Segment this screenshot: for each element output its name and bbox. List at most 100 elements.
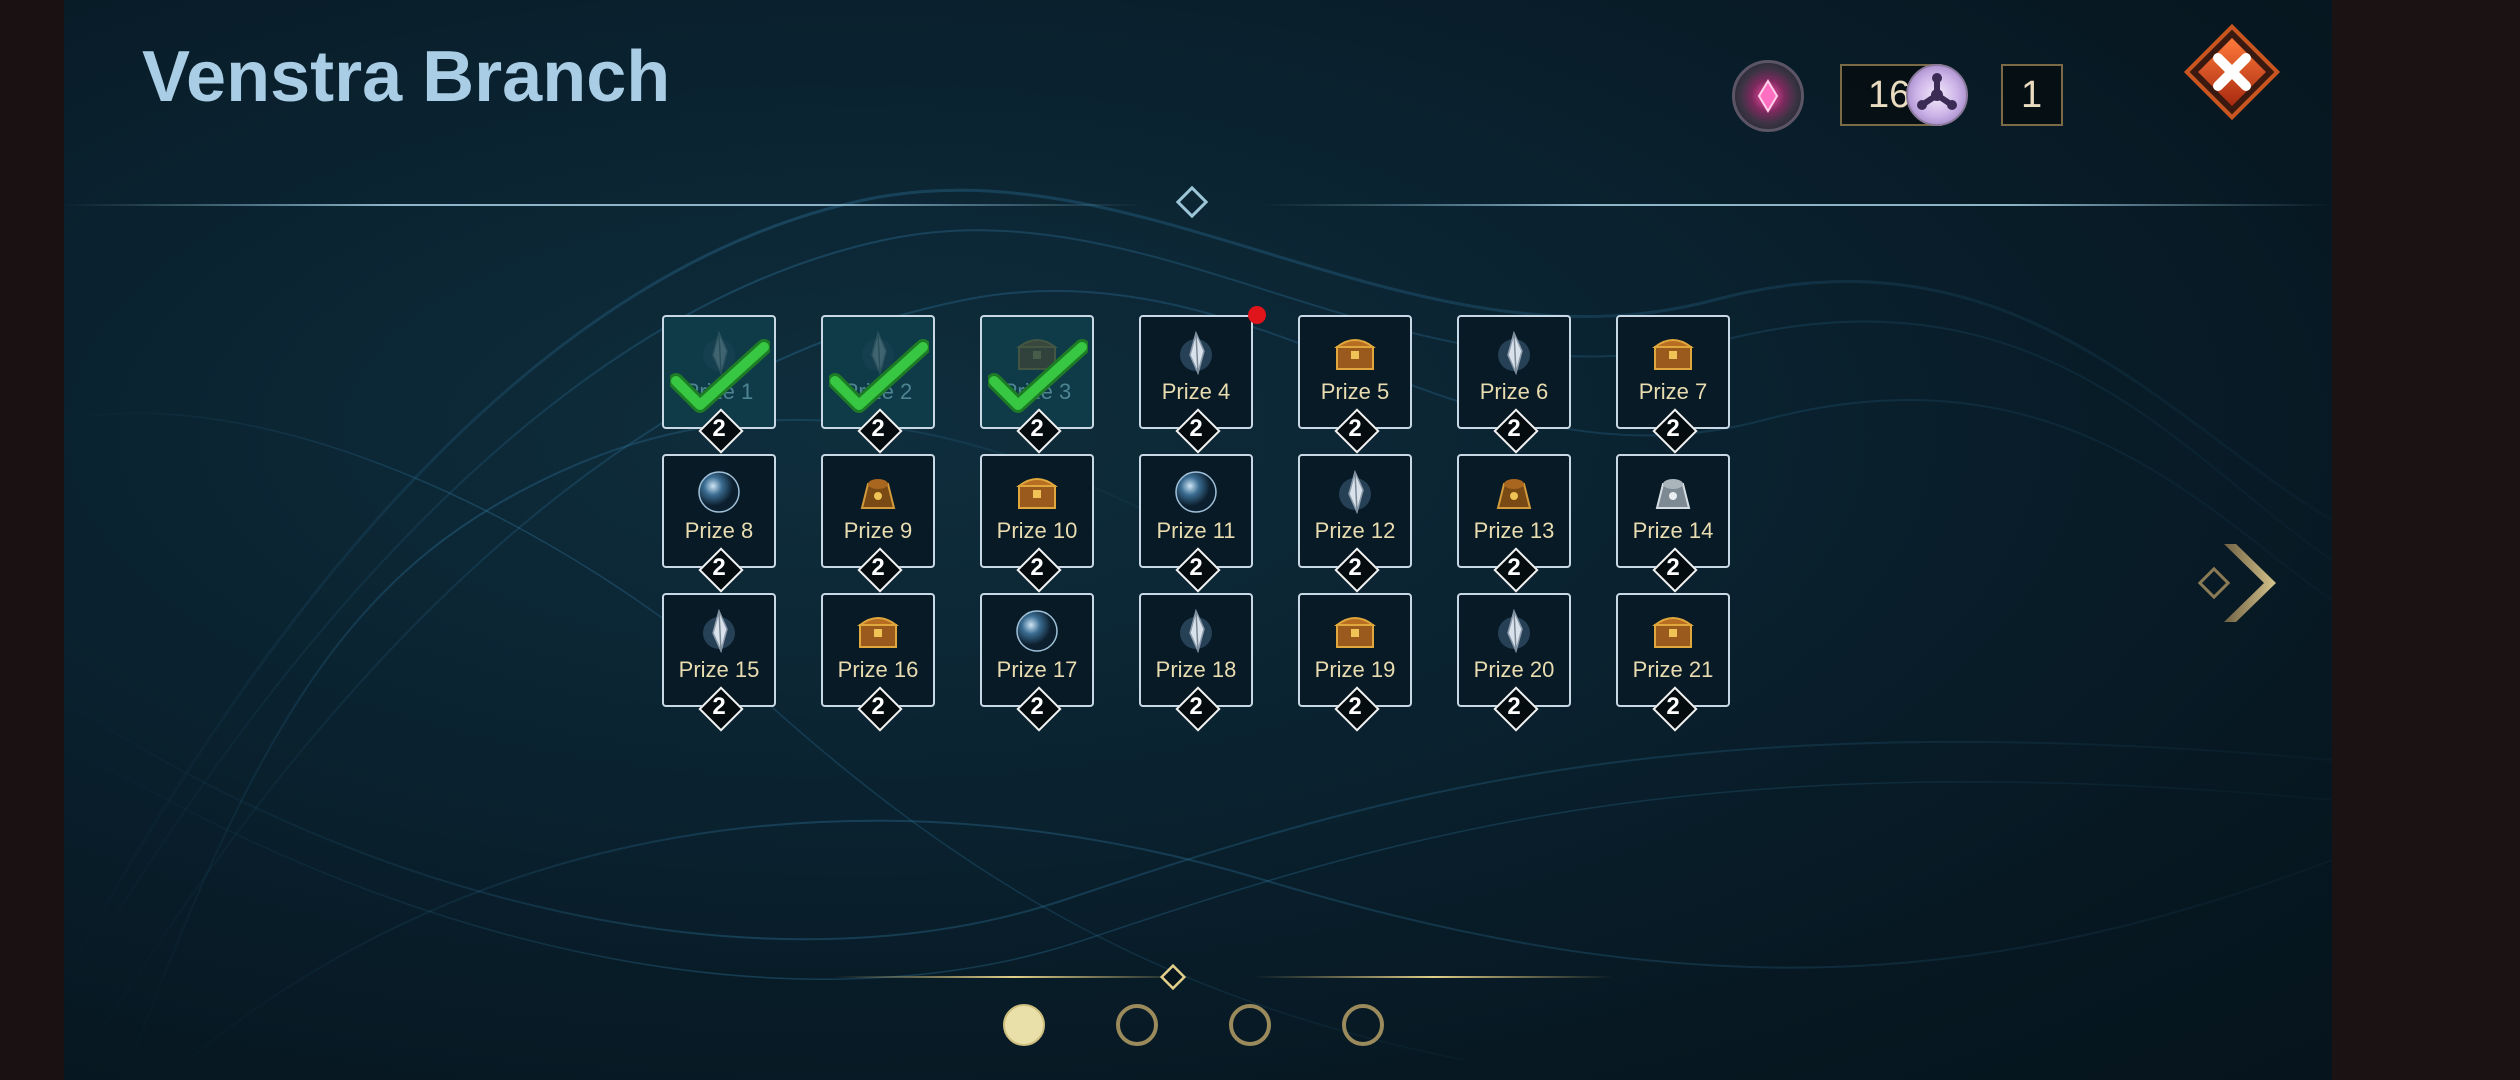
prize-tile[interactable]: Prize 32	[980, 315, 1094, 454]
quantity-value: 2	[1507, 554, 1521, 581]
prize-tile[interactable]: Prize 19 2	[1298, 593, 1412, 732]
prize-tile[interactable]: Prize 18 2	[1139, 593, 1253, 732]
quantity-value: 2	[1030, 415, 1044, 442]
prize-label: Prize 16	[837, 657, 919, 682]
page-dot[interactable]	[1342, 1004, 1384, 1046]
crystal-icon	[1331, 468, 1379, 516]
prize-tile[interactable]: Prize 8 2	[662, 454, 776, 593]
quantity-badge: 2	[1175, 686, 1221, 732]
prize-label: Prize 20	[1473, 657, 1555, 682]
prize-label: Prize 18	[1155, 657, 1237, 682]
prize-label: Prize 8	[684, 518, 754, 543]
currency-tokens: 1	[2001, 64, 2063, 126]
side-margin	[2332, 0, 2520, 1080]
quantity-badge: 2	[1493, 408, 1539, 454]
prize-tile[interactable]: Prize 14 2	[1616, 454, 1730, 593]
prize-label: Prize 19	[1314, 657, 1396, 682]
gem-orb-icon	[1732, 60, 1804, 132]
orb-icon	[1013, 607, 1061, 655]
prize-tile[interactable]: Prize 16 2	[821, 593, 935, 732]
page-dot[interactable]	[1229, 1004, 1271, 1046]
prize-tile[interactable]: Prize 17 2	[980, 593, 1094, 732]
quantity-badge: 2	[698, 686, 744, 732]
triskelion-token-icon	[1906, 64, 1968, 126]
claimed-check-icon	[986, 337, 1090, 417]
close-button[interactable]	[2180, 20, 2284, 124]
quantity-badge: 2	[698, 547, 744, 593]
quantity-badge: 2	[1334, 547, 1380, 593]
quantity-value: 2	[1189, 693, 1203, 720]
quantity-badge: 2	[1175, 408, 1221, 454]
prize-tile[interactable]: Prize 5 2	[1298, 315, 1412, 454]
crystal-icon	[1490, 607, 1538, 655]
silver-bag-icon	[1649, 468, 1697, 516]
quantity-value: 2	[712, 415, 726, 442]
next-page-arrow-icon[interactable]	[2194, 538, 2284, 628]
divider-diamond-icon	[1175, 185, 1209, 219]
quantity-badge: 2	[1652, 686, 1698, 732]
prize-tile[interactable]: Prize 12	[662, 315, 776, 454]
prize-tile[interactable]: Prize 4 2	[1139, 315, 1253, 454]
prize-label: Prize 5	[1320, 379, 1390, 404]
prize-tile[interactable]: Prize 20 2	[1457, 593, 1571, 732]
prize-tile[interactable]: Prize 15 2	[662, 593, 776, 732]
quantity-value: 2	[1348, 693, 1362, 720]
quantity-badge: 2	[1493, 547, 1539, 593]
quantity-badge: 2	[1334, 686, 1380, 732]
chest-icon	[1649, 607, 1697, 655]
prize-label: Prize 7	[1638, 379, 1708, 404]
prize-tile[interactable]: Prize 21 2	[1616, 593, 1730, 732]
crystal-icon	[1490, 329, 1538, 377]
prize-label: Prize 11	[1156, 518, 1236, 543]
quantity-value: 2	[871, 554, 885, 581]
prize-label: Prize 4	[1161, 379, 1231, 404]
footer-divider	[834, 976, 1614, 978]
quantity-value: 2	[1348, 415, 1362, 442]
quantity-badge: 2	[698, 408, 744, 454]
currency-tokens-value: 1	[2021, 74, 2043, 116]
prize-tile[interactable]: Prize 9 2	[821, 454, 935, 593]
chest-icon	[1013, 468, 1061, 516]
crystal-icon	[1172, 607, 1220, 655]
quantity-badge: 2	[1652, 408, 1698, 454]
page-dot[interactable]	[1003, 1004, 1045, 1046]
quantity-value: 2	[712, 693, 726, 720]
quantity-badge: 2	[1016, 547, 1062, 593]
prize-tile[interactable]: Prize 12 2	[1298, 454, 1412, 593]
quantity-value: 2	[871, 693, 885, 720]
chest-icon	[854, 607, 902, 655]
claimed-check-icon	[668, 337, 772, 417]
prize-label: Prize 12	[1314, 518, 1396, 543]
reward-panel: Venstra Branch Prize 1 2 Prize 2 2 Prize 32P…	[64, 0, 2332, 1080]
quantity-value: 2	[1189, 554, 1203, 581]
prize-label: Prize 17	[996, 657, 1078, 682]
prize-tile[interactable]: Prize 10 2	[980, 454, 1094, 593]
prize-tile[interactable]: Prize 6 2	[1457, 315, 1571, 454]
claimed-check-icon	[827, 337, 931, 417]
orb-icon	[695, 468, 743, 516]
quantity-badge: 2	[1652, 547, 1698, 593]
prize-label: Prize 13	[1473, 518, 1555, 543]
orb-icon	[1172, 468, 1220, 516]
quantity-value: 2	[1666, 554, 1680, 581]
quantity-value: 2	[1666, 693, 1680, 720]
prize-label: Prize 14	[1632, 518, 1714, 543]
quantity-value: 2	[1507, 693, 1521, 720]
prize-tile[interactable]: Prize 13 2	[1457, 454, 1571, 593]
quantity-value: 2	[1030, 693, 1044, 720]
quantity-badge: 2	[857, 547, 903, 593]
crystal-icon	[695, 607, 743, 655]
quantity-value: 2	[1030, 554, 1044, 581]
prize-tile[interactable]: Prize 11 2	[1139, 454, 1253, 593]
quantity-badge: 2	[857, 408, 903, 454]
bag-icon	[1490, 468, 1538, 516]
quantity-value: 2	[1348, 554, 1362, 581]
quantity-badge: 2	[1016, 686, 1062, 732]
prize-label: Prize 10	[996, 518, 1078, 543]
quantity-badge: 2	[857, 686, 903, 732]
quantity-badge: 2	[1016, 408, 1062, 454]
page-title: Venstra Branch	[142, 37, 671, 117]
prize-tile[interactable]: Prize 22	[821, 315, 935, 454]
prize-tile[interactable]: Prize 7 2	[1616, 315, 1730, 454]
page-dot[interactable]	[1116, 1004, 1158, 1046]
